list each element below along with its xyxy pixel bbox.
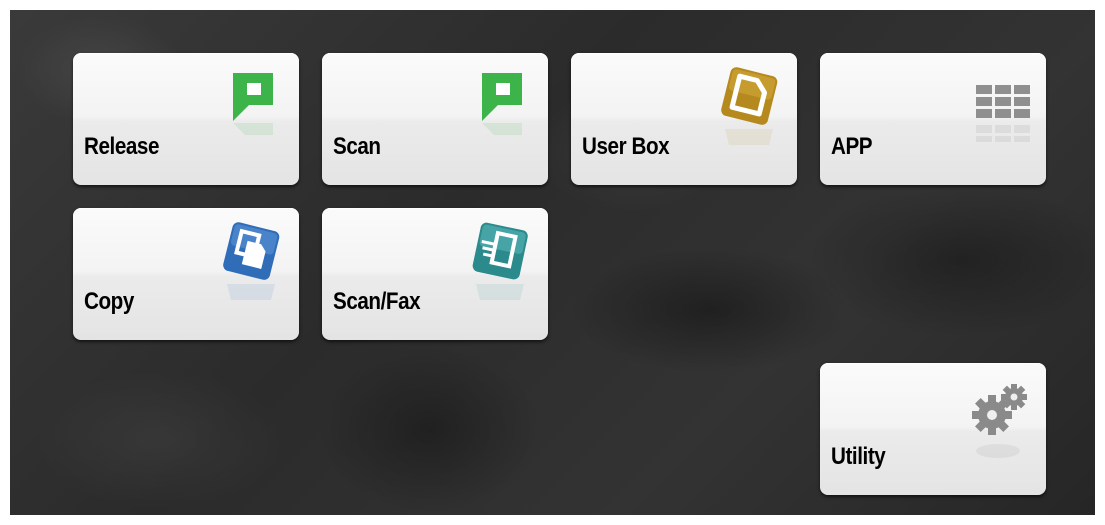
- scan-icon: [464, 63, 536, 171]
- user-box-icon: [713, 63, 785, 171]
- home-screen: Release Scan User Box APP Copy Scan/Fax …: [10, 10, 1095, 515]
- user-box-label: User Box: [582, 133, 670, 160]
- copy-icon: [215, 218, 287, 326]
- utility-label: Utility: [831, 443, 886, 470]
- scan-fax-button[interactable]: Scan/Fax: [322, 208, 548, 340]
- scan-button[interactable]: Scan: [322, 53, 548, 185]
- release-button[interactable]: Release: [73, 53, 299, 185]
- utility-button[interactable]: Utility: [820, 363, 1046, 495]
- app-grid-icon: [962, 63, 1034, 171]
- release-label: Release: [84, 133, 160, 160]
- user-box-button[interactable]: User Box: [571, 53, 797, 185]
- app-label: APP: [831, 133, 873, 160]
- copy-label: Copy: [84, 288, 134, 315]
- app-button[interactable]: APP: [820, 53, 1046, 185]
- scan-label: Scan: [333, 133, 381, 160]
- copy-button[interactable]: Copy: [73, 208, 299, 340]
- scan-fax-icon: [464, 218, 536, 326]
- scan-fax-label: Scan/Fax: [333, 288, 421, 315]
- gear-icon: [962, 373, 1034, 481]
- release-icon: [215, 63, 287, 171]
